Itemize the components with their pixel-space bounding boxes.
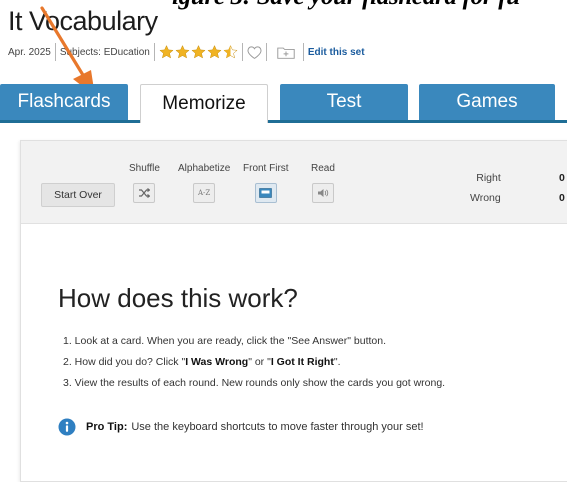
half-star-icon[interactable]: [223, 45, 238, 59]
instruction-step: 2. How did you do? Click "I Was Wrong" o…: [63, 355, 445, 376]
rating-stars[interactable]: [159, 45, 238, 59]
divider: [54, 43, 56, 61]
right-label: Right: [476, 172, 501, 184]
figure-caption: igure 3: Save your flashcard for fu: [172, 0, 520, 11]
read-button[interactable]: [311, 183, 334, 203]
front-first-label: Front First: [243, 163, 289, 174]
edit-set-link[interactable]: Edit this set: [308, 47, 365, 58]
add-to-folder-icon[interactable]: [277, 46, 295, 59]
divider: [265, 43, 267, 61]
shuffle-button[interactable]: [133, 183, 156, 203]
score-values: 0 0: [559, 171, 565, 211]
card-front-icon: [259, 188, 273, 198]
wrong-label: Wrong: [470, 192, 501, 204]
star-icon[interactable]: [191, 45, 206, 59]
score-labels: Right Wrong: [470, 171, 501, 211]
instructions-list: 1. Look at a card. When you are ready, c…: [63, 334, 445, 397]
how-it-works-title: How does this work?: [58, 283, 298, 313]
i-was-wrong-text: I Was Wrong: [185, 356, 249, 368]
tab-test[interactable]: Test: [280, 84, 408, 120]
speaker-icon: [317, 189, 329, 197]
heart-icon[interactable]: [247, 45, 262, 59]
read-label: Read: [311, 163, 335, 174]
set-meta-bar: Apr. 2025 Subjects: EDucation Edit this …: [8, 42, 365, 62]
step-text: " or ": [248, 356, 271, 368]
divider: [241, 43, 243, 61]
step-text: ".: [333, 356, 341, 368]
shuffle-icon: [139, 188, 151, 198]
step-text: 2. How did you do? Click ": [63, 356, 186, 368]
right-count: 0: [559, 172, 565, 184]
instruction-step: 3. View the results of each round. New r…: [63, 377, 446, 389]
front-first-control[interactable]: Front First: [243, 163, 289, 203]
info-icon: [58, 418, 76, 436]
instruction-step: 1. Look at a card. When you are ready, c…: [63, 335, 387, 347]
i-got-it-right-text: I Got It Right: [270, 356, 334, 368]
pro-tip: Pro Tip: Use the keyboard shortcuts to m…: [58, 418, 424, 436]
read-control[interactable]: Read: [311, 163, 335, 203]
star-icon[interactable]: [159, 45, 174, 59]
pro-tip-label: Pro Tip:: [86, 421, 128, 433]
alphabetize-button[interactable]: A-Z: [193, 183, 216, 203]
star-icon[interactable]: [207, 45, 222, 59]
set-date: Apr. 2025: [8, 46, 51, 58]
set-subjects: Subjects: EDucation: [59, 46, 150, 58]
start-over-button[interactable]: Start Over: [41, 183, 115, 207]
divider: [302, 43, 304, 61]
alphabetize-control[interactable]: Alphabetize A-Z: [178, 163, 230, 203]
memorize-panel: Start Over Shuffle Alphabetize A-Z Front…: [20, 140, 567, 482]
star-icon[interactable]: [175, 45, 190, 59]
pro-tip-text: Use the keyboard shortcuts to move faste…: [131, 421, 424, 433]
memorize-toolbar: Start Over Shuffle Alphabetize A-Z Front…: [21, 141, 567, 224]
divider: [153, 43, 155, 61]
shuffle-control[interactable]: Shuffle: [129, 163, 160, 203]
alphabetize-icon: A-Z: [197, 189, 211, 197]
tab-memorize[interactable]: Memorize: [140, 84, 268, 123]
alphabetize-label: Alphabetize: [178, 163, 231, 174]
shuffle-label: Shuffle: [129, 163, 160, 174]
tab-flashcards[interactable]: Flashcards: [0, 84, 128, 120]
mode-tabs: Flashcards Memorize Test Games: [0, 84, 567, 123]
front-first-button[interactable]: [254, 183, 277, 203]
wrong-count: 0: [559, 192, 565, 204]
set-title: It Vocabulary: [8, 6, 158, 36]
tab-games[interactable]: Games: [419, 84, 555, 120]
